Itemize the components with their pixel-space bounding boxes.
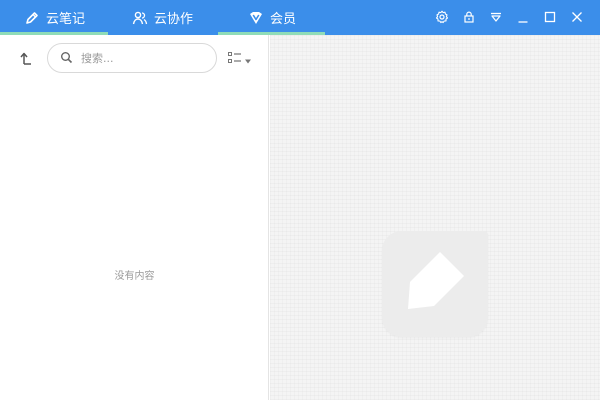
tab-cloud-notes[interactable]: 云笔记	[0, 0, 108, 35]
settings-icon[interactable]	[433, 8, 451, 26]
title-bar: 云笔记 云协作 会员	[0, 0, 600, 35]
minimize-icon[interactable]	[514, 8, 532, 26]
search-input[interactable]	[81, 51, 201, 65]
vip-diamond-icon	[248, 10, 264, 26]
list-view-icon	[228, 49, 242, 68]
maximize-icon[interactable]	[541, 8, 559, 26]
note-preview-panel	[270, 35, 600, 400]
tab-label: 云笔记	[46, 12, 86, 27]
empty-state-text: 没有内容	[114, 271, 155, 282]
lock-icon[interactable]	[460, 8, 478, 26]
tab-label: 云协作	[154, 12, 194, 27]
search-icon	[60, 49, 73, 68]
app-logo-placeholder	[382, 231, 488, 337]
notes-list-panel: 没有内容	[0, 35, 269, 400]
tab-label: 会员	[270, 12, 297, 27]
pencil-icon	[382, 252, 488, 341]
tab-cloud-collab[interactable]: 云协作	[108, 0, 218, 35]
close-icon[interactable]	[568, 8, 586, 26]
back-button[interactable]	[16, 50, 36, 70]
dropdown-icon[interactable]	[487, 8, 505, 26]
users-icon	[132, 10, 148, 26]
chevron-down-icon	[245, 49, 251, 68]
back-arrow-icon	[18, 50, 34, 70]
view-mode-button[interactable]	[228, 51, 254, 65]
pencil-icon	[24, 10, 40, 26]
tab-vip[interactable]: 会员	[218, 0, 325, 35]
search-box[interactable]	[47, 43, 217, 73]
